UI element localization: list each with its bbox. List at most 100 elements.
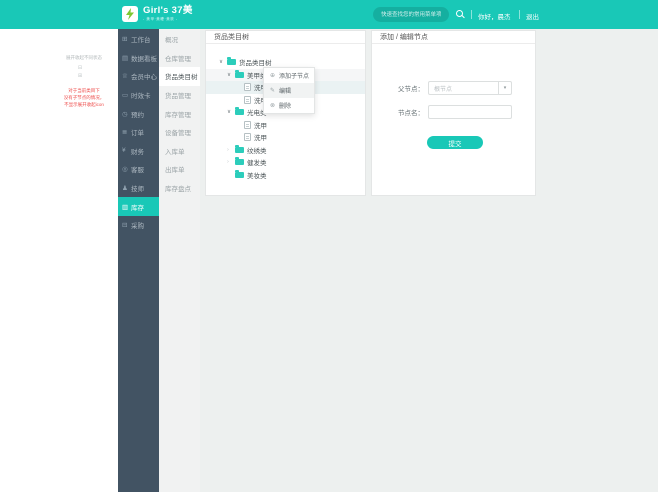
menu-item-delete[interactable]: ⊗ 删除 [264, 98, 314, 113]
menu-item-label: 删除 [279, 101, 291, 110]
sidebar-item-label: 工作台 [131, 34, 151, 44]
folder-icon [235, 172, 244, 178]
sidebar-item-dashboard[interactable]: ▤数据看板 [118, 49, 159, 68]
parent-node-row: 父节点： 根节点 ▾ [396, 81, 535, 95]
sidebar-item-workbench[interactable]: ⊞工作台 [118, 30, 159, 49]
cart-icon: ⊟ [122, 221, 131, 229]
pencil-icon: ✎ [270, 87, 279, 94]
sidebar-item-label: 会员中心 [131, 71, 157, 81]
sidebar-item-customer-service[interactable]: ◎客服 [118, 160, 159, 179]
annotation-note-line: 对于当前类目下 [50, 87, 118, 94]
tree-node-label: 健发类 [247, 157, 267, 167]
submenu-item-warehouse-mgmt[interactable]: 仓库管理 [159, 49, 200, 68]
annotation-state-icons: ⊟ ⊞ [74, 64, 86, 80]
tree-node-leaf[interactable]: 洗甲 [206, 131, 365, 144]
headset-icon: ◎ [122, 165, 131, 173]
chevron-right-icon[interactable]: › [227, 158, 235, 166]
logo-text: Girl's 37美 - 美甲·美睫·美肤 - [143, 6, 193, 22]
tree-node-hair[interactable]: › 健发类 [206, 156, 365, 169]
submenu-item-overview[interactable]: 概况 [159, 30, 200, 49]
yuan-icon: ¥ [122, 147, 131, 154]
annotation-note-line: 不显示展开收起icon [50, 101, 118, 108]
chart-icon: ▤ [122, 54, 131, 62]
chevron-down-icon[interactable]: ∨ [227, 71, 235, 79]
card-icon: ▭ [122, 91, 131, 99]
person-icon: ♟ [122, 184, 131, 192]
tree-node-label: 美妆类 [247, 170, 267, 180]
select-value: 根节点 [429, 84, 498, 93]
tree-node-tattoo[interactable]: › 纹绣类 [206, 144, 365, 157]
node-name-row: 节点名： [396, 105, 535, 119]
folder-icon [235, 109, 244, 115]
submit-button[interactable]: 提交 [427, 136, 483, 149]
design-annotation-area: 展开收起不同状态 ⊟ ⊞ 对于当前类目下 没有子节点的情况， 不显示展开收起ic… [0, 29, 118, 492]
inventory-submenu: 概况 仓库管理 货品类目树 货品管理 库存管理 设备管理 入库单 出库单 库存盘… [159, 29, 200, 492]
sidebar-item-inventory[interactable]: ▥库存 [118, 197, 159, 216]
box-icon: ▥ [122, 203, 131, 211]
app-header: Girl's 37美 - 美甲·美睫·美肤 - 你好，晨杰 退出 [0, 0, 658, 29]
submenu-item-equipment-mgmt[interactable]: 设备管理 [159, 123, 200, 142]
file-icon [244, 96, 251, 104]
tree-node-label: 货品类目树 [239, 57, 272, 67]
annotation-note-line: 没有子节点的情况， [50, 94, 118, 101]
logout-link[interactable]: 退出 [526, 11, 539, 21]
submenu-item-stock-mgmt[interactable]: 库存管理 [159, 104, 200, 123]
sidebar-item-finance[interactable]: ¥财务 [118, 142, 159, 161]
panel-title: 货品类目树 [206, 31, 365, 44]
header-divider [471, 10, 472, 19]
sidebar-item-technicians[interactable]: ♟技师 [118, 179, 159, 198]
sidebar-item-purchasing[interactable]: ⊟采购 [118, 216, 159, 235]
sidebar-item-orders[interactable]: ≣订单 [118, 123, 159, 142]
user-greeting: 你好，晨杰 [478, 11, 511, 21]
annotation-title: 展开收起不同状态 [52, 55, 116, 61]
submenu-item-outbound-order[interactable]: 出库单 [159, 160, 200, 179]
menu-item-edit[interactable]: ✎ 编辑 [264, 83, 314, 98]
parent-node-select[interactable]: 根节点 ▾ [428, 81, 512, 95]
panel-title: 添加 / 编辑节点 [372, 31, 535, 44]
collapse-state-icon: ⊟ [74, 64, 86, 72]
tree-node-label: 洗甲 [254, 132, 267, 142]
menu-item-label: 添加子节点 [279, 71, 309, 80]
folder-icon [235, 159, 244, 165]
sidebar-item-appointments[interactable]: ◷预约 [118, 104, 159, 123]
tree-node-leaf[interactable]: 洗甲 [206, 119, 365, 132]
annotation-note: 对于当前类目下 没有子节点的情况， 不显示展开收起icon [50, 87, 118, 108]
sidebar-item-member-center[interactable]: ♕会员中心 [118, 67, 159, 86]
main-content: 货品类目树 ∨ 货品类目树 ∨ 美甲类 洗甲 洗甲 [200, 29, 658, 492]
folder-icon [235, 72, 244, 78]
chevron-down-icon[interactable]: ∨ [227, 108, 235, 116]
file-icon [244, 133, 251, 141]
logo-name: Girl's 37美 [143, 6, 193, 16]
sidebar-item-time-card[interactable]: ▭时效卡 [118, 86, 159, 105]
tree-node-label: 洗甲 [254, 120, 267, 130]
node-name-input[interactable] [428, 105, 512, 119]
logo-tagline: - 美甲·美睫·美肤 - [143, 17, 193, 22]
category-tree-panel: 货品类目树 ∨ 货品类目树 ∨ 美甲类 洗甲 洗甲 [205, 30, 366, 196]
chevron-down-icon[interactable]: ▾ [498, 82, 511, 94]
folder-icon [235, 147, 244, 153]
sidebar-item-label: 订单 [131, 127, 144, 137]
chevron-right-icon[interactable]: › [227, 146, 235, 154]
sidebar-item-label: 预约 [131, 109, 144, 119]
submenu-item-category-tree[interactable]: 货品类目树 [159, 67, 200, 86]
sidebar-item-label: 财务 [131, 146, 144, 156]
search-input[interactable] [373, 7, 449, 22]
submenu-item-inbound-order[interactable]: 入库单 [159, 142, 200, 161]
sidebar-item-label: 采购 [131, 220, 144, 230]
app-logo: Girl's 37美 - 美甲·美睫·美肤 - [122, 6, 193, 22]
tree-node-label: 纹绣类 [247, 145, 267, 155]
folder-icon [227, 59, 236, 65]
tree-node-makeup[interactable]: 美妆类 [206, 169, 365, 182]
clock-icon: ◷ [122, 110, 131, 118]
menu-item-add-child[interactable]: ⊕ 添加子节点 [264, 68, 314, 83]
sidebar-item-label: 客服 [131, 164, 144, 174]
chevron-down-icon[interactable]: ∨ [219, 58, 227, 66]
grid-icon: ⊞ [122, 35, 131, 43]
submenu-item-stocktaking[interactable]: 库存盘点 [159, 179, 200, 198]
list-icon: ≣ [122, 128, 131, 136]
expand-state-icon: ⊞ [74, 72, 86, 80]
header-divider [519, 10, 520, 19]
search-icon[interactable] [456, 10, 466, 20]
node-context-menu: ⊕ 添加子节点 ✎ 编辑 ⊗ 删除 [263, 67, 315, 114]
submenu-item-goods-mgmt[interactable]: 货品管理 [159, 86, 200, 105]
